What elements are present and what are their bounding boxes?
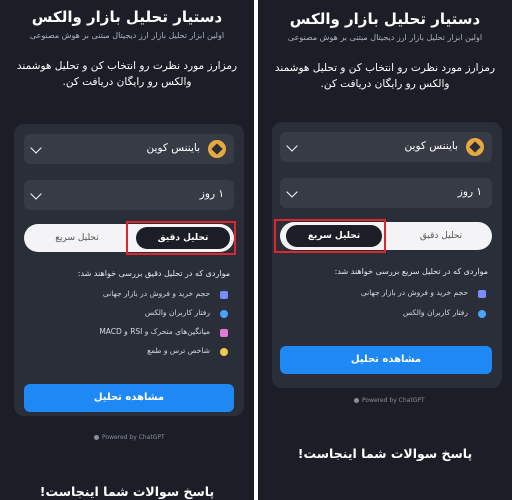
chevron-down-icon bbox=[286, 140, 298, 152]
search-icon bbox=[478, 310, 486, 318]
page-description: رمزارز مورد نظرت رو انتخاب کن و تحلیل هو… bbox=[274, 62, 496, 90]
items-title: مواردی که در تحلیل دقیق بررسی خواهند شد: bbox=[77, 269, 230, 278]
tab-quick-analysis[interactable]: تحلیل سریع bbox=[32, 227, 122, 249]
chatgpt-icon bbox=[94, 435, 99, 440]
analysis-card: بایننس کوین ۱ روز تحلیل سریع تحلیل دقیق … bbox=[272, 122, 502, 388]
timeframe-select[interactable]: ۱ روز bbox=[24, 180, 234, 210]
chevron-down-icon bbox=[286, 186, 298, 198]
search-icon bbox=[220, 310, 228, 318]
chevron-down-icon bbox=[30, 188, 42, 200]
timeframe-select-value: ۱ روز bbox=[457, 186, 482, 198]
trend-icon bbox=[220, 329, 228, 337]
list-item: رفتار کاربران والکس bbox=[144, 308, 210, 317]
powered-by-label: Powered by ChatGPT bbox=[94, 434, 165, 441]
bnb-coin-icon bbox=[466, 138, 484, 156]
list-item: حجم خرید و فروش در بازار جهانی bbox=[360, 288, 468, 297]
highlight-box bbox=[126, 221, 236, 255]
coin-select-value: بایننس کوین bbox=[404, 140, 458, 152]
list-item: شاخص ترس و طمع bbox=[147, 346, 210, 355]
faq-heading: پاسخ سوالات شما اینجاست! bbox=[39, 484, 215, 499]
tab-precise-analysis[interactable]: تحلیل دقیق bbox=[398, 225, 484, 247]
timeframe-select[interactable]: ۱ روز bbox=[280, 178, 492, 208]
chart-icon bbox=[478, 290, 486, 298]
page-subtitle: اولین ابزار تحلیل بازار ارز دیجیتال مبتن… bbox=[287, 33, 483, 42]
list-item: رفتار کاربران والکس bbox=[402, 308, 468, 317]
powered-by-label: Powered by ChatGPT bbox=[354, 397, 425, 404]
view-analysis-button[interactable]: مشاهده تحلیل bbox=[280, 346, 492, 374]
list-item: میانگین‌های متحرک و RSI و MACD bbox=[99, 327, 210, 336]
coin-select[interactable]: بایننس کوین bbox=[24, 134, 234, 164]
left-screenshot-panel: دستیار تحلیل بازار والکس اولین ابزار تحل… bbox=[0, 0, 254, 500]
faq-heading: پاسخ سوالات شما اینجاست! bbox=[297, 446, 473, 461]
highlight-box bbox=[274, 219, 386, 253]
page-subtitle: اولین ابزار تحلیل بازار ارز دیجیتال مبتن… bbox=[29, 31, 225, 40]
timeframe-select-value: ۱ روز bbox=[199, 188, 224, 200]
chatgpt-icon bbox=[354, 398, 359, 403]
chart-icon bbox=[220, 291, 228, 299]
page-description: رمزارز مورد نظرت رو انتخاب کن و تحلیل هو… bbox=[16, 60, 238, 88]
chevron-down-icon bbox=[30, 142, 42, 154]
view-analysis-button[interactable]: مشاهده تحلیل bbox=[24, 384, 234, 412]
coin-select-value: بایننس کوین bbox=[146, 142, 200, 154]
right-screenshot-panel: دستیار تحلیل بازار والکس اولین ابزار تحل… bbox=[258, 0, 512, 500]
coin-select[interactable]: بایننس کوین bbox=[280, 132, 492, 162]
page-title: دستیار تحلیل بازار والکس bbox=[31, 8, 223, 26]
items-title: مواردی که در تحلیل سریع بررسی خواهند شد: bbox=[334, 267, 488, 276]
analysis-card: بایننس کوین ۱ روز تحلیل سریع تحلیل دقیق … bbox=[14, 124, 244, 416]
page-title: دستیار تحلیل بازار والکس bbox=[289, 10, 481, 28]
bnb-coin-icon bbox=[208, 140, 226, 158]
emoji-icon bbox=[220, 348, 228, 356]
list-item: حجم خرید و فروش در بازار جهانی bbox=[102, 289, 210, 298]
